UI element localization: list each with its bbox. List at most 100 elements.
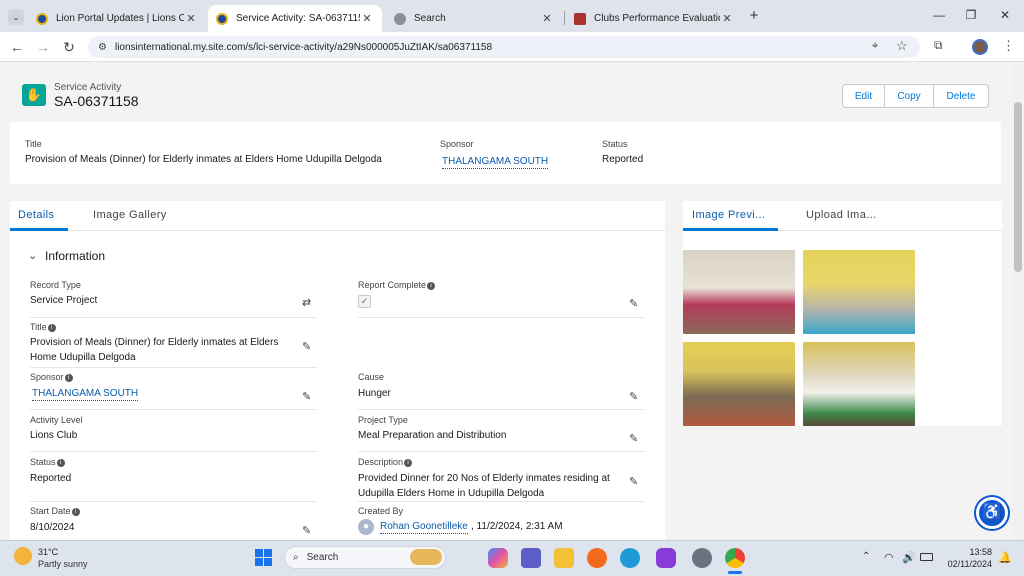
delete-button[interactable]: Delete <box>933 84 989 108</box>
highlight-sponsor-link[interactable]: THALANGAMA SOUTH <box>442 155 549 169</box>
edit-start-date-pencil-icon[interactable]: ✎ <box>302 524 311 537</box>
edit-report-complete-pencil-icon[interactable]: ✎ <box>629 297 638 310</box>
project-type-row-divider <box>358 451 644 452</box>
title-value: Provision of Meals (Dinner) for Elderly … <box>30 337 279 363</box>
page-scrollbar[interactable] <box>1012 62 1024 540</box>
info-icon[interactable]: i <box>47 324 56 332</box>
info-icon[interactable]: i <box>427 282 436 290</box>
description-row-divider <box>358 501 644 502</box>
change-record-type-icon[interactable]: ⇄ <box>302 296 311 309</box>
browser-tab-service-activity[interactable]: Service Activity: SA-06371158 ✕ <box>208 5 382 32</box>
created-by-label: Created By <box>358 506 404 516</box>
close-tab-icon[interactable]: ✕ <box>540 12 554 25</box>
site-info-icon[interactable]: ⚙ <box>98 42 107 53</box>
accessibility-button[interactable]: ♿ <box>976 497 1008 529</box>
weather-icon[interactable] <box>14 547 32 565</box>
close-tab-icon[interactable]: ✕ <box>184 12 198 25</box>
info-icon[interactable]: i <box>56 459 65 467</box>
windows-taskbar <box>0 540 1024 576</box>
globe-icon <box>394 12 406 25</box>
battery-icon[interactable] <box>920 553 933 561</box>
event-photo-3[interactable] <box>683 342 795 426</box>
wifi-icon[interactable]: ◠ <box>884 551 894 564</box>
description-value: Provided Dinner for 20 Nos of Elderly in… <box>358 473 610 499</box>
reload-button[interactable]: ↻ <box>60 38 78 56</box>
lions-logo-icon <box>216 12 228 25</box>
event-photo-1[interactable] <box>683 250 795 334</box>
weather-desc: Partly sunny <box>38 559 88 569</box>
activity-level-label: Activity Level <box>30 415 83 425</box>
browser-tab-lion-portal[interactable]: Lion Portal Updates | Lions Club ✕ <box>28 5 206 32</box>
url-text: lionsinternational.my.site.com/s/lci-ser… <box>114 41 492 53</box>
edge-icon[interactable] <box>620 548 640 568</box>
tab-upload-image[interactable]: Upload Ima... <box>806 209 877 221</box>
record-actions: Edit Copy Delete <box>842 84 989 108</box>
show-hidden-icons-chevron-icon[interactable]: ⌃ <box>862 551 870 562</box>
close-window-button[interactable]: ✕ <box>994 6 1016 24</box>
new-tab-button[interactable]: + <box>746 8 762 24</box>
edit-button[interactable]: Edit <box>842 84 885 108</box>
edit-description-pencil-icon[interactable]: ✎ <box>629 475 638 488</box>
notification-bell-icon[interactable]: 🔔 <box>998 551 1012 564</box>
edit-sponsor-pencil-icon[interactable]: ✎ <box>302 390 311 403</box>
copilot-icon[interactable] <box>488 548 508 568</box>
tab-image-gallery[interactable]: Image Gallery <box>93 209 167 221</box>
start-menu-icon[interactable] <box>255 549 272 566</box>
start-date-value: 8/10/2024 <box>30 522 75 533</box>
firefox-icon[interactable] <box>587 548 607 568</box>
app-infinity-icon[interactable] <box>656 548 676 568</box>
report-complete-row-divider <box>358 317 644 318</box>
record-object-label: Service Activity <box>54 82 122 93</box>
bookmark-star-icon[interactable]: ☆ <box>896 38 908 54</box>
restore-window-button[interactable]: ❐ <box>960 6 982 24</box>
minimize-window-button[interactable]: — <box>928 6 950 24</box>
browser-menu-icon[interactable]: ⋮ <box>1002 38 1015 54</box>
tab-image-preview-underline <box>683 228 778 231</box>
scrollbar-thumb[interactable] <box>1014 102 1022 272</box>
record-name: SA-06371158 <box>54 93 139 109</box>
info-icon[interactable]: i <box>71 508 80 516</box>
settings-gear-icon[interactable] <box>692 548 712 568</box>
info-icon[interactable]: i <box>64 374 73 382</box>
sponsor-row-divider <box>30 409 317 410</box>
info-icon[interactable]: i <box>404 459 413 467</box>
tab-divider <box>564 11 565 25</box>
teams-icon[interactable] <box>521 548 541 568</box>
start-date-label: Start Date i <box>30 506 80 516</box>
extensions-icon[interactable]: ⧉ <box>934 38 943 53</box>
forward-button[interactable]: → <box>34 38 52 56</box>
event-photo-4[interactable] <box>803 342 915 426</box>
report-complete-checkbox[interactable]: ✓ <box>358 295 371 308</box>
address-bar[interactable]: ⚙ lionsinternational.my.site.com/s/lci-s… <box>88 36 920 58</box>
highlight-title-value: Provision of Meals (Dinner) for Elderly … <box>25 154 382 165</box>
edit-title-pencil-icon[interactable]: ✎ <box>302 340 311 353</box>
tab-details[interactable]: Details <box>18 209 54 221</box>
close-tab-icon[interactable]: ✕ <box>360 12 374 25</box>
clock-date[interactable]: 02/11/2024 <box>940 559 992 569</box>
event-photo-2[interactable] <box>803 250 915 334</box>
volume-icon[interactable]: 🔊 <box>902 551 916 564</box>
back-button[interactable]: ← <box>8 38 26 56</box>
tab-image-preview[interactable]: Image Previ... <box>692 209 765 221</box>
clock-time[interactable]: 13:58 <box>960 547 992 557</box>
file-explorer-icon[interactable] <box>554 548 574 568</box>
search-highlight-icon <box>410 549 442 565</box>
chrome-icon[interactable] <box>725 548 745 568</box>
profile-avatar[interactable] <box>972 39 988 55</box>
record-type-row-divider <box>30 317 317 318</box>
highlight-status-label: Status <box>602 139 628 149</box>
sponsor-link[interactable]: THALANGAMA SOUTH <box>32 387 139 401</box>
browser-tab-clubs-performance[interactable]: Clubs Performance Evaluation S ✕ <box>566 5 742 32</box>
location-icon[interactable]: ⌖ <box>872 40 878 53</box>
record-type-label: Record Type <box>30 280 81 290</box>
edit-project-type-pencil-icon[interactable]: ✎ <box>629 432 638 445</box>
section-collapse-icon[interactable]: ⌄ <box>28 249 37 262</box>
title-row-divider <box>30 367 317 368</box>
copy-button[interactable]: Copy <box>884 84 934 108</box>
browser-tab-search[interactable]: Search ✕ <box>386 5 562 32</box>
close-tab-icon[interactable]: ✕ <box>720 12 734 25</box>
title-label: Title i <box>30 322 56 332</box>
tab-search-icon[interactable]: ⌄ <box>8 9 24 25</box>
edit-cause-pencil-icon[interactable]: ✎ <box>629 390 638 403</box>
created-by-user-link[interactable]: Rohan Goonetilleke <box>380 520 468 534</box>
